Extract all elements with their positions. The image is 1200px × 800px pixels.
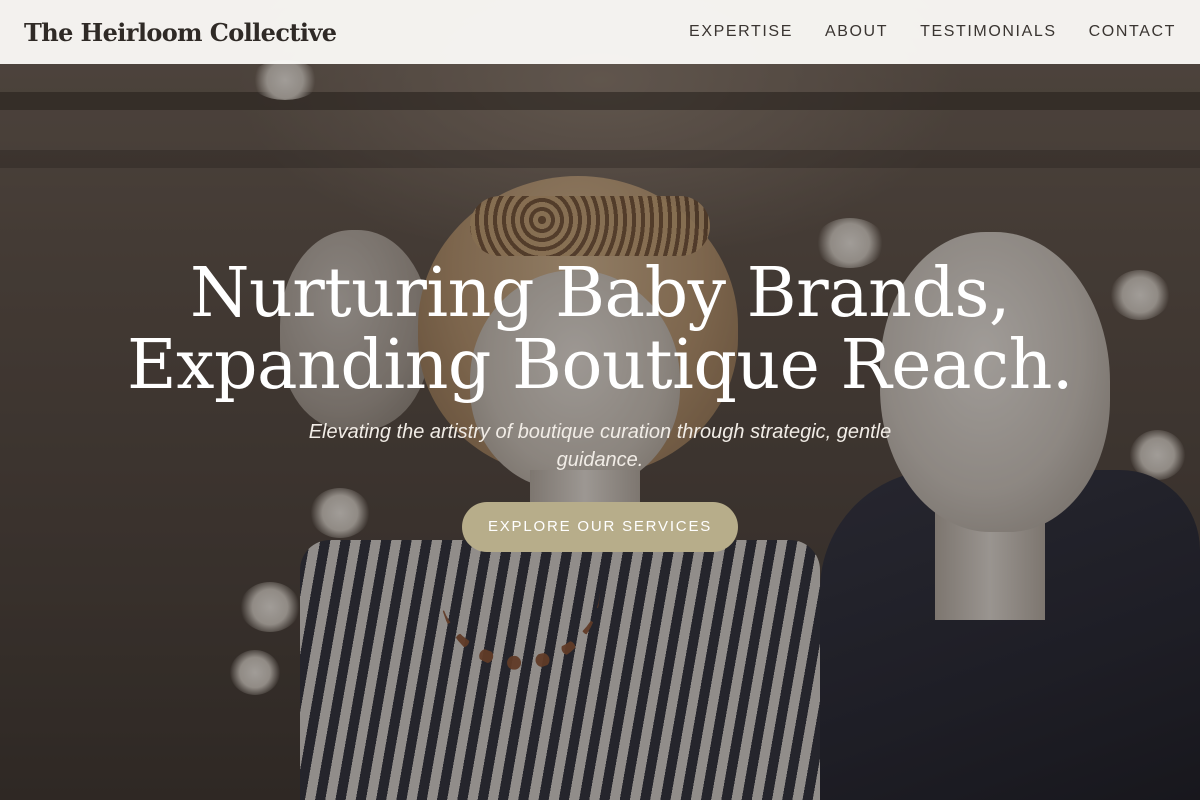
nav-link-testimonials[interactable]: TESTIMONIALS — [920, 23, 1057, 41]
hero-headline-line1: Nurturing Baby Brands, — [189, 254, 1011, 333]
hero-subheading: Elevating the artistry of boutique curat… — [308, 421, 892, 471]
main-nav: EXPERTISE ABOUT TESTIMONIALS CONTACT — [689, 23, 1176, 41]
hero-headline-line2: Expanding Boutique Reach. — [126, 326, 1074, 405]
explore-services-button[interactable]: EXPLORE OUR SERVICES — [462, 502, 738, 552]
hero-headline: Nurturing Baby Brands, Expanding Boutiqu… — [0, 258, 1200, 402]
brand-logo-text[interactable]: The Heirloom Collective — [24, 18, 337, 47]
nav-link-contact[interactable]: CONTACT — [1089, 23, 1176, 41]
nav-link-about[interactable]: ABOUT — [825, 23, 888, 41]
nav-link-expertise[interactable]: EXPERTISE — [689, 23, 793, 41]
site-header: The Heirloom Collective EXPERTISE ABOUT … — [0, 0, 1200, 64]
hero-content: Nurturing Baby Brands, Expanding Boutiqu… — [0, 258, 1200, 552]
